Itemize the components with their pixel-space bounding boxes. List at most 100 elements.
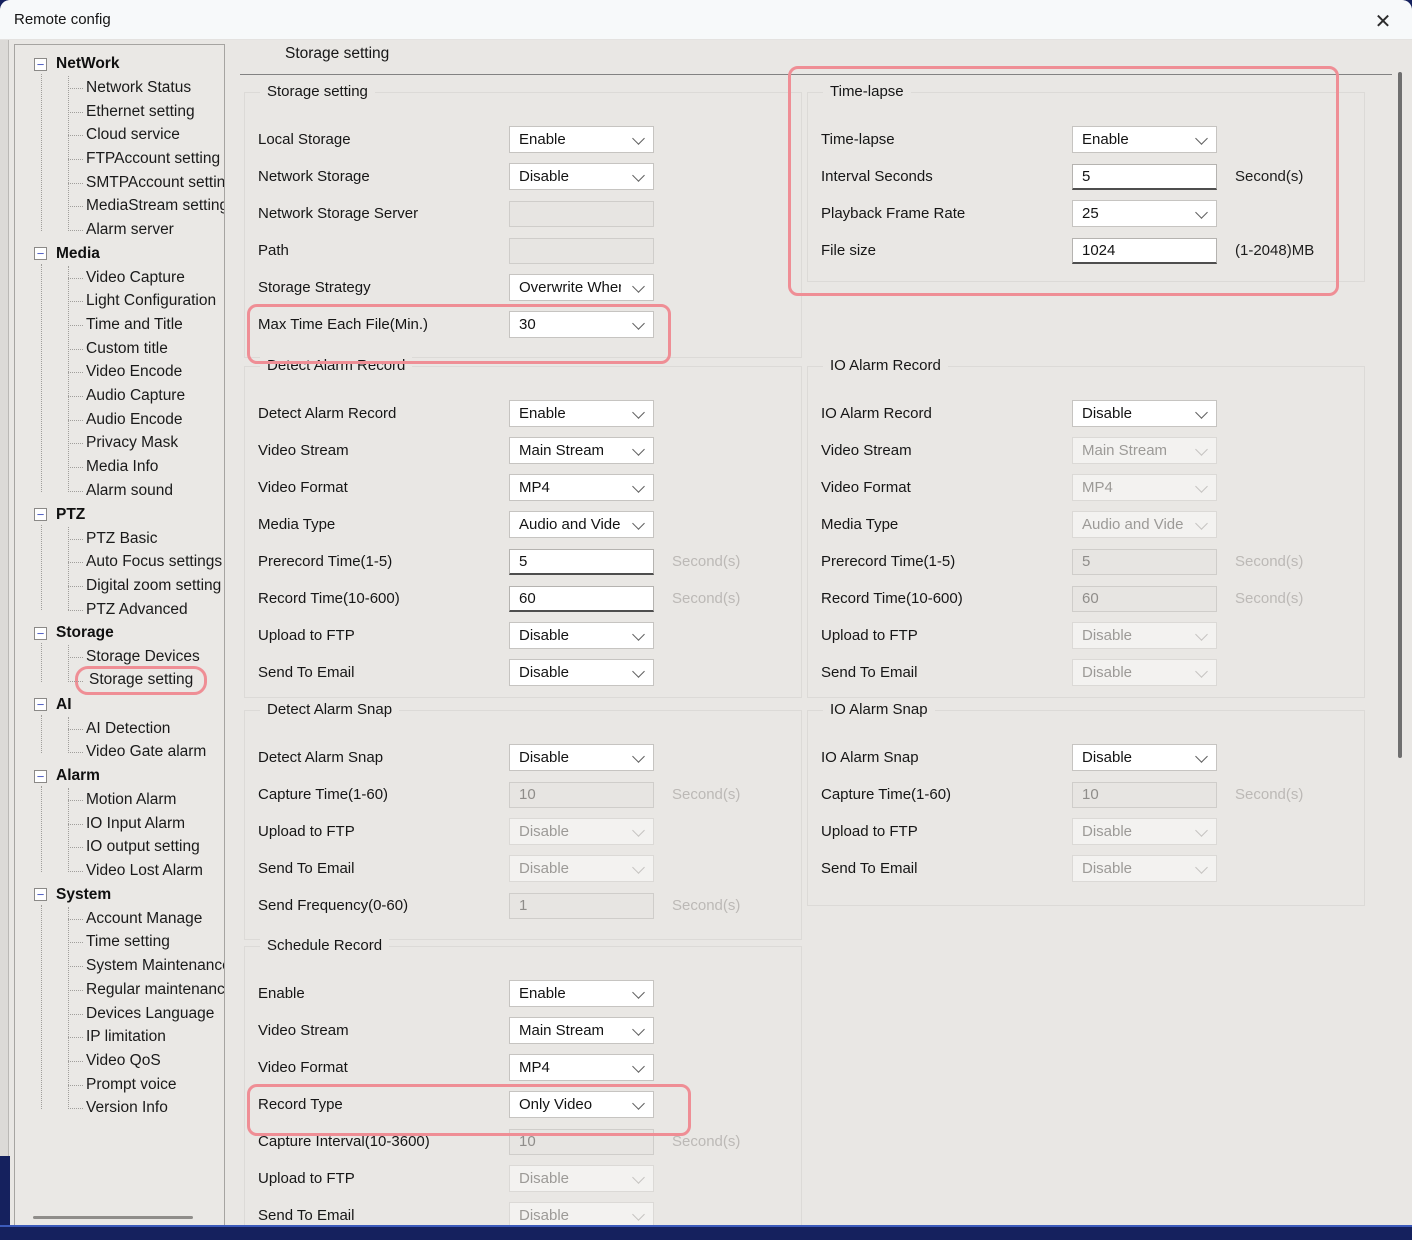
tree: −NetWorkNetwork StatusEthernet settingCl… xyxy=(15,52,224,1120)
tree-root-media[interactable]: −Media xyxy=(15,242,224,266)
tree-item-account-manage[interactable]: Account Manage xyxy=(15,907,224,931)
field-label-video-format: Video Format xyxy=(258,479,509,496)
tree-root-ptz[interactable]: −PTZ xyxy=(15,503,224,527)
field-row: Video StreamMain Stream xyxy=(808,432,1364,469)
tree-item-media-info[interactable]: Media Info xyxy=(15,455,224,479)
select-media-type[interactable]: Audio and Video xyxy=(509,511,654,538)
tree-root-ai[interactable]: −AI xyxy=(15,693,224,717)
tree-item-ethernet-setting[interactable]: Ethernet setting xyxy=(15,100,224,124)
input-file-size[interactable] xyxy=(1072,238,1217,264)
tree-root-system[interactable]: −System xyxy=(15,883,224,907)
field-row: Record TypeOnly Video xyxy=(245,1086,801,1123)
chevron-down-icon xyxy=(1195,628,1208,641)
select-value: Enable xyxy=(519,131,566,148)
group-detect-alarm-snap: Detect Alarm SnapDetect Alarm SnapDisabl… xyxy=(244,710,802,940)
tree-item-audio-encode[interactable]: Audio Encode xyxy=(15,408,224,432)
tree-root-network[interactable]: −NetWork xyxy=(15,52,224,76)
tree-item-devices-language[interactable]: Devices Language xyxy=(15,1002,224,1026)
select-video-stream[interactable]: Main Stream xyxy=(509,1017,654,1044)
tree-item-smtpaccount-setting[interactable]: SMTPAccount setting xyxy=(15,171,224,195)
tree-item-auto-focus-settings[interactable]: Auto Focus settings xyxy=(15,550,224,574)
select-max-time-each-file-min[interactable]: 30 xyxy=(509,311,654,338)
tree-item-ip-limitation[interactable]: IP limitation xyxy=(15,1025,224,1049)
chevron-down-icon xyxy=(632,665,645,678)
tree-item-label: Time setting xyxy=(86,933,170,951)
input-prerecord-time-1-5 xyxy=(1072,549,1217,575)
tree-item-privacy-mask[interactable]: Privacy Mask xyxy=(15,432,224,456)
select-detect-alarm-snap[interactable]: Disable xyxy=(509,744,654,771)
tree-item-label: Version Info xyxy=(86,1099,168,1117)
tree-item-motion-alarm[interactable]: Motion Alarm xyxy=(15,788,224,812)
tree-root-alarm[interactable]: −Alarm xyxy=(15,764,224,788)
tree-item-time-and-title[interactable]: Time and Title xyxy=(15,313,224,337)
tree-item-ai-detection[interactable]: AI Detection xyxy=(15,717,224,741)
collapse-icon[interactable]: − xyxy=(34,627,47,640)
tree-item-alarm-server[interactable]: Alarm server xyxy=(15,218,224,242)
tree-item-regular-maintenance[interactable]: Regular maintenance xyxy=(15,978,224,1002)
select-time-lapse[interactable]: Enable xyxy=(1072,126,1217,153)
select-video-format[interactable]: MP4 xyxy=(509,1054,654,1081)
tree-item-ptz-basic[interactable]: PTZ Basic xyxy=(15,527,224,551)
tree-item-io-output-setting[interactable]: IO output setting xyxy=(15,836,224,860)
input-prerecord-time-1-5[interactable] xyxy=(509,549,654,575)
tree-item-ftpaccount-setting[interactable]: FTPAccount setting xyxy=(15,147,224,171)
field-row: Prerecord Time(1-5)Second(s) xyxy=(808,543,1364,580)
select-value: Disable xyxy=(519,664,569,681)
tree-item-video-encode[interactable]: Video Encode xyxy=(15,361,224,385)
select-network-storage[interactable]: Disable xyxy=(509,163,654,190)
tree-item-video-qos[interactable]: Video QoS xyxy=(15,1049,224,1073)
select-io-alarm-snap[interactable]: Disable xyxy=(1072,744,1217,771)
input-record-time-10-600[interactable] xyxy=(509,586,654,612)
select-enable[interactable]: Enable xyxy=(509,980,654,1007)
tree-section-storage: −StorageStorage DevicesStorage setting xyxy=(15,621,224,692)
collapse-icon[interactable]: − xyxy=(34,770,47,783)
tree-item-video-gate-alarm[interactable]: Video Gate alarm xyxy=(15,741,224,765)
tree-item-io-input-alarm[interactable]: IO Input Alarm xyxy=(15,812,224,836)
collapse-icon[interactable]: − xyxy=(34,247,47,260)
select-playback-frame-rate[interactable]: 25 xyxy=(1072,200,1217,227)
vertical-scrollbar[interactable] xyxy=(1398,72,1402,758)
collapse-icon[interactable]: − xyxy=(34,508,47,521)
tree-item-time-setting[interactable]: Time setting xyxy=(15,931,224,955)
tree-root-label: System xyxy=(56,886,111,904)
tree-item-version-info[interactable]: Version Info xyxy=(15,1096,224,1120)
select-storage-strategy[interactable]: Overwrite When xyxy=(509,274,654,301)
tree-item-label: Time and Title xyxy=(86,316,183,334)
tree-item-custom-title[interactable]: Custom title xyxy=(15,337,224,361)
tree-item-video-lost-alarm[interactable]: Video Lost Alarm xyxy=(15,859,224,883)
tree-item-alarm-sound[interactable]: Alarm sound xyxy=(15,479,224,503)
select-detect-alarm-record[interactable]: Enable xyxy=(509,400,654,427)
select-video-format[interactable]: MP4 xyxy=(509,474,654,501)
tree-item-label: MediaStream setting xyxy=(86,197,225,215)
tree-root-storage[interactable]: −Storage xyxy=(15,621,224,645)
select-video-stream[interactable]: Main Stream xyxy=(509,437,654,464)
close-icon[interactable]: ✕ xyxy=(1368,7,1398,35)
select-io-alarm-record[interactable]: Disable xyxy=(1072,400,1217,427)
select-upload-to-ftp: Disable xyxy=(1072,818,1217,845)
select-record-type[interactable]: Only Video xyxy=(509,1091,654,1118)
select-send-to-email[interactable]: Disable xyxy=(509,659,654,686)
tree-item-digital-zoom-setting[interactable]: Digital zoom setting xyxy=(15,574,224,598)
field-label-upload-to-ftp: Upload to FTP xyxy=(821,627,1072,644)
tree-horizontal-scrollbar[interactable] xyxy=(33,1216,193,1219)
collapse-icon[interactable]: − xyxy=(34,698,47,711)
tree-item-storage-setting[interactable]: Storage setting xyxy=(15,669,224,693)
tree-item-network-status[interactable]: Network Status xyxy=(15,76,224,100)
field-label-prerecord-time-1-5: Prerecord Time(1-5) xyxy=(821,553,1072,570)
tree-item-light-configuration[interactable]: Light Configuration xyxy=(15,290,224,314)
field-label-storage-strategy: Storage Strategy xyxy=(258,279,509,296)
tree-item-audio-capture[interactable]: Audio Capture xyxy=(15,384,224,408)
tree-item-ptz-advanced[interactable]: PTZ Advanced xyxy=(15,598,224,622)
tree-item-cloud-service[interactable]: Cloud service xyxy=(15,123,224,147)
tree-item-prompt-voice[interactable]: Prompt voice xyxy=(15,1073,224,1097)
select-upload-to-ftp[interactable]: Disable xyxy=(509,622,654,649)
tree-item-video-capture[interactable]: Video Capture xyxy=(15,266,224,290)
field-suffix: Second(s) xyxy=(672,786,740,803)
field-row: Media TypeAudio and Video xyxy=(808,506,1364,543)
collapse-icon[interactable]: − xyxy=(34,58,47,71)
tree-item-mediastream-setting[interactable]: MediaStream setting xyxy=(15,194,224,218)
collapse-icon[interactable]: − xyxy=(34,888,47,901)
input-interval-seconds[interactable] xyxy=(1072,164,1217,190)
select-local-storage[interactable]: Enable xyxy=(509,126,654,153)
tree-item-system-maintenance[interactable]: System Maintenance xyxy=(15,954,224,978)
